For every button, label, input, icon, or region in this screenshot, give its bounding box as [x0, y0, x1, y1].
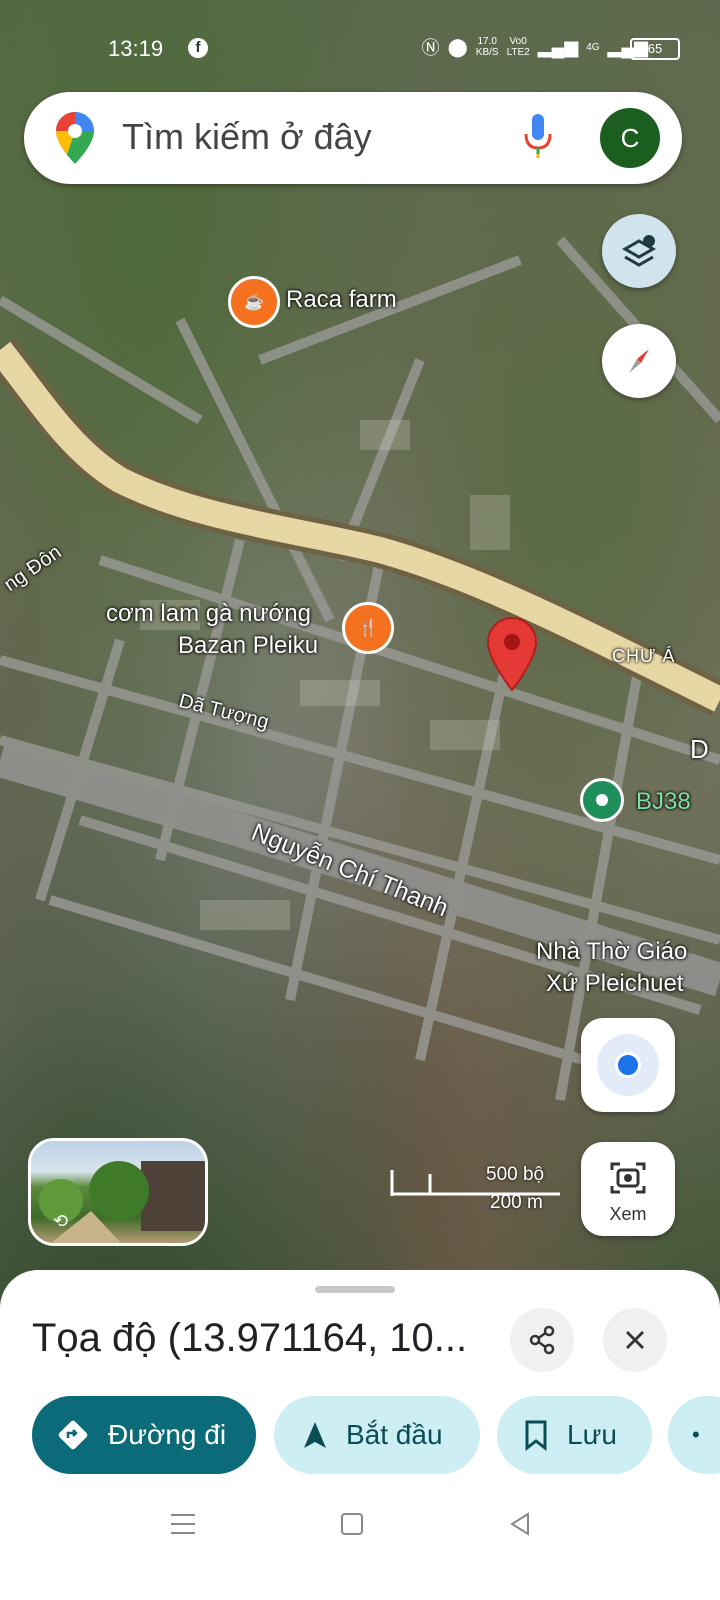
bookmark-icon: [525, 1420, 547, 1451]
label-com-lam-2[interactable]: Bazan Pleiku: [178, 632, 318, 660]
menu-nav-button[interactable]: [170, 1512, 196, 1541]
menu-icon: [171, 1514, 195, 1534]
search-bar[interactable]: Tìm kiếm ở đây C: [24, 92, 682, 184]
layers-icon: [621, 235, 657, 267]
view-button-label: Xem: [609, 1204, 647, 1224]
scale-bar: [390, 1170, 560, 1196]
save-label: Lưu: [567, 1419, 617, 1450]
share-button[interactable]: [510, 1308, 574, 1372]
label-edge-d: D: [690, 734, 709, 764]
rotate-360-icon: ⟲: [53, 1211, 69, 1231]
network-type: 4G: [586, 41, 600, 53]
directions-icon: [58, 1420, 88, 1450]
label-raca-farm[interactable]: Raca farm: [286, 286, 397, 314]
my-location-button[interactable]: [581, 1018, 675, 1112]
coordinates-title: Tọa độ (13.971164, 10...: [32, 1316, 468, 1360]
start-label: Bắt đầu: [346, 1419, 443, 1450]
volte-indicator: Vo0 LTE2: [507, 36, 530, 58]
directions-button[interactable]: Đường đi: [32, 1396, 256, 1474]
close-icon: [626, 1331, 644, 1349]
label-chu-a: CHƯ Á: [612, 646, 676, 666]
camera-scan-icon: [610, 1162, 646, 1194]
google-maps-logo-icon: [56, 112, 94, 169]
my-location-icon: [597, 1034, 659, 1096]
network-speed: 17.0 KB/S: [476, 36, 499, 58]
save-button[interactable]: Lưu: [497, 1396, 652, 1474]
compass-icon: [629, 349, 649, 373]
speed-unit: KB/S: [475, 47, 499, 58]
system-nav-bar: [0, 1490, 720, 1570]
volte-top: Vo0: [509, 36, 527, 47]
back-nav-button[interactable]: [508, 1512, 532, 1541]
label-com-lam-1[interactable]: cơm lam gà nướng: [106, 600, 311, 628]
cafe-poi-icon[interactable]: ☕: [228, 276, 280, 328]
label-nha-tho-2[interactable]: Xứ Pleichuet: [546, 970, 683, 998]
signal-icon: ▂▄▆: [537, 36, 579, 57]
share-icon: [529, 1325, 555, 1355]
microphone-icon[interactable]: [524, 114, 552, 165]
place-poi-icon[interactable]: [580, 778, 624, 822]
navigation-arrow-icon: [304, 1422, 326, 1448]
view-button[interactable]: Xem: [581, 1142, 675, 1236]
directions-label: Đường đi: [108, 1419, 227, 1450]
account-avatar[interactable]: C: [600, 108, 660, 168]
more-actions-button[interactable]: •: [668, 1396, 720, 1474]
speed-value: 17.0: [477, 36, 497, 47]
status-time: 13:19: [108, 36, 164, 61]
more-icon: •: [692, 1422, 700, 1447]
location-icon: ⬤: [447, 36, 468, 57]
volte-bottom: LTE2: [506, 47, 530, 58]
restaurant-poi-icon[interactable]: 🍴: [342, 602, 394, 654]
start-button[interactable]: Bắt đầu: [274, 1396, 480, 1474]
back-triangle-icon: [510, 1512, 529, 1536]
sheet-drag-handle[interactable]: [315, 1286, 395, 1293]
search-placeholder[interactable]: Tìm kiếm ở đây: [122, 116, 372, 158]
red-pin-icon: [486, 616, 538, 692]
map-scale: 500 bộ 200 m: [390, 1164, 560, 1214]
compass-button[interactable]: [602, 324, 676, 398]
nfc-icon: Ⓝ: [421, 38, 440, 58]
dropped-pin-marker[interactable]: [486, 616, 538, 697]
home-square-icon: [341, 1513, 363, 1535]
label-bj38[interactable]: BJ38: [636, 788, 691, 816]
label-nha-tho-1[interactable]: Nhà Thờ Giáo: [536, 938, 687, 966]
battery-indicator: 65: [630, 38, 680, 60]
close-button[interactable]: [603, 1308, 667, 1372]
status-bar: 13:19 f Ⓝ ⬤ 17.0 KB/S Vo0 LTE2 ▂▄▆ 4G ▂▄…: [0, 0, 720, 90]
home-nav-button[interactable]: [340, 1512, 364, 1541]
street-view-thumbnail[interactable]: ⟲: [28, 1138, 208, 1246]
layers-button[interactable]: [602, 214, 676, 288]
facebook-icon: f: [188, 38, 208, 58]
